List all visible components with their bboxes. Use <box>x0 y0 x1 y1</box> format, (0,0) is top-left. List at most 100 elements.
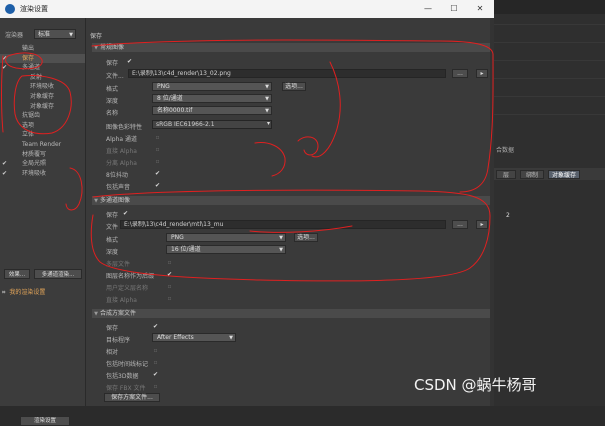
checkbox-empty-icon[interactable] <box>2 93 9 100</box>
depth-label: 深度 <box>106 98 119 105</box>
user-defined-layer-name-label: 用户定义层名称 <box>106 285 149 292</box>
options-button[interactable]: 选项... <box>282 82 306 91</box>
multipass-straight-alpha-checkbox[interactable]: ▫ <box>166 295 173 302</box>
multipass-options-button[interactable]: 选项... <box>294 233 318 242</box>
effects-button[interactable]: 效果... <box>4 269 30 279</box>
straight-alpha-checkbox[interactable]: ▫ <box>154 146 161 153</box>
sidebar-item[interactable]: ✔ 多通道 <box>0 63 85 73</box>
checkmark-icon[interactable]: ✔ <box>2 170 9 177</box>
preset-item[interactable]: ⌗ 我的渲染设置 <box>2 287 45 297</box>
tab-object-buffer[interactable]: 对象缓存 <box>548 170 580 179</box>
include-3d-data-checkbox[interactable]: ✔ <box>152 371 159 378</box>
sidebar-item[interactable]: 材质覆写 <box>0 150 85 160</box>
tag-data-label: 合数据 <box>496 147 515 154</box>
section-compositing-file[interactable]: ▼ 合成方案文件 <box>92 309 492 318</box>
checkbox-empty-icon[interactable] <box>2 122 9 129</box>
relative-checkbox[interactable]: ▫ <box>152 347 159 354</box>
browse-button[interactable]: ... <box>452 69 468 78</box>
multipass-options-arrow-icon[interactable]: ▸ <box>476 220 488 229</box>
renderer-select[interactable]: 标准 ▼ <box>34 29 76 39</box>
checkbox-empty-icon[interactable] <box>2 141 9 148</box>
save-checkbox[interactable]: ✔ <box>126 58 133 65</box>
name-dropdown[interactable]: 名称0000.tif ▼ <box>152 106 272 115</box>
sidebar-item[interactable]: ✔ 保存 <box>0 53 85 64</box>
tab-layer[interactable]: 层 <box>496 170 516 179</box>
sidebar-item[interactable]: 抗锯齿 <box>0 111 85 121</box>
layer-name-suffix-checkbox[interactable]: ✔ <box>166 271 173 278</box>
sidebar-item[interactable]: ✔ 全局光照 <box>0 159 85 169</box>
multipass-straight-alpha-label: 直接 Alpha <box>106 297 137 304</box>
sidebar-item[interactable]: 对象缓存 <box>0 92 85 102</box>
sidebar-item[interactable]: 输出 <box>0 44 85 54</box>
multilayer-file-checkbox[interactable]: ▫ <box>166 259 173 266</box>
checkbox-empty-icon[interactable] <box>2 151 9 158</box>
separate-alpha-checkbox[interactable]: ▫ <box>154 158 161 165</box>
multipass-depth-dropdown[interactable]: 16 位/通道 ▼ <box>166 245 286 254</box>
sidebar-item-label: 全局光照 <box>22 160 47 168</box>
renderer-row: 渲染器 标准 ▼ <box>0 20 85 42</box>
multipass-browse-button[interactable]: ... <box>452 220 468 229</box>
depth-dropdown[interactable]: 8 位/通道 ▼ <box>152 94 272 103</box>
checkbox-empty-icon[interactable] <box>2 131 9 138</box>
title-bar: 渲染设置 — ☐ ✕ <box>0 0 494 18</box>
chevron-down-icon: ▼ <box>94 198 98 204</box>
multipass-file-path-field[interactable]: E:\录制\13\c4d_render\mtl\13_mu <box>120 220 446 229</box>
minimize-icon[interactable]: — <box>420 2 436 16</box>
sidebar-item[interactable]: 反射 <box>0 73 85 83</box>
sidebar-item[interactable]: 环境吸收 <box>0 82 85 92</box>
sidebar-item[interactable]: 对象缓存 <box>0 102 85 112</box>
chevron-down-icon: ▼ <box>94 45 98 51</box>
multipass-render-button[interactable]: 多通道渲染... <box>34 269 82 279</box>
divider <box>494 96 605 97</box>
tab-draw[interactable]: 绑制 <box>520 170 544 179</box>
checkmark-icon[interactable]: ✔ <box>2 64 9 71</box>
include-sound-checkbox[interactable]: ✔ <box>154 182 161 189</box>
include-timeline-markers-checkbox[interactable]: ▫ <box>152 359 159 366</box>
multipass-save-checkbox[interactable]: ✔ <box>122 210 129 217</box>
compositing-save-checkbox[interactable]: ✔ <box>152 323 159 330</box>
save-project-file-button[interactable]: 保存方案文件... <box>104 393 160 402</box>
checkbox-empty-icon[interactable] <box>2 74 9 81</box>
sidebar-item[interactable]: 选项 <box>0 121 85 131</box>
user-defined-layer-name-checkbox[interactable]: ▫ <box>166 283 173 290</box>
alpha-channel-checkbox[interactable]: ▫ <box>154 134 161 141</box>
checkbox-empty-icon[interactable] <box>2 83 9 90</box>
target-app-dropdown[interactable]: After Effects ▼ <box>152 333 236 342</box>
sidebar-item[interactable]: Team Render <box>0 140 85 150</box>
multipass-file-label: 文件 <box>106 224 119 231</box>
section-multipass-image[interactable]: ▼ 多通道图像 <box>92 196 492 205</box>
include-sound-label: 包括声音 <box>106 184 131 191</box>
checkmark-icon[interactable]: ✔ <box>2 55 9 62</box>
file-path-field[interactable]: E:\录制\13\c4d_render\13_02.png <box>128 69 446 78</box>
save-fbx-checkbox[interactable]: ▫ <box>152 383 159 390</box>
sidebar-item[interactable]: 立体 <box>0 130 85 140</box>
sidebar-item[interactable]: ✔ 环境吸收 <box>0 169 85 179</box>
dither-checkbox[interactable]: ✔ <box>154 170 161 177</box>
settings-main-panel: 保存 ▼ 常规图像 保存 ✔ 文件... E:\录制\13\c4d_render\… <box>86 18 494 406</box>
checkbox-empty-icon[interactable] <box>2 112 9 119</box>
color-profile-field[interactable]: sRGB IEC61966-2.1 <box>152 120 272 129</box>
object-buffer-value[interactable]: 2 <box>506 212 510 219</box>
multipass-format-dropdown[interactable]: PNG ▼ <box>166 233 286 242</box>
chevron-down-icon: ▼ <box>265 96 269 102</box>
checkmark-icon[interactable]: ✔ <box>2 160 9 167</box>
section-regular-image[interactable]: ▼ 常规图像 <box>92 43 492 52</box>
section-header-label: 常规图像 <box>100 44 125 51</box>
layer-name-suffix-label: 图层名称作为后缀 <box>106 273 155 280</box>
name-label: 名称 <box>106 110 119 117</box>
close-icon[interactable]: ✕ <box>472 2 488 16</box>
render-settings-button[interactable]: 渲染设置 <box>20 416 70 426</box>
include-timeline-markers-label: 包括时间线标记 <box>106 361 149 368</box>
chevron-down-icon: ▼ <box>94 311 98 317</box>
format-dropdown[interactable]: PNG ▼ <box>152 82 272 91</box>
background-editor-panel: 合数据 层 绑制 对象缓存 2 <box>494 0 605 406</box>
multipass-format-label: 格式 <box>106 237 119 244</box>
watermark-text: CSDN @蜗牛杨哥 <box>414 376 537 394</box>
checkbox-empty-icon[interactable] <box>2 103 9 110</box>
chevron-down-icon: ▼ <box>265 108 269 114</box>
maximize-icon[interactable]: ☐ <box>446 2 462 16</box>
save-label: 保存 <box>106 60 119 67</box>
divider <box>494 24 605 25</box>
checkbox-empty-icon[interactable] <box>2 45 9 52</box>
options-arrow-icon[interactable]: ▸ <box>476 69 488 78</box>
